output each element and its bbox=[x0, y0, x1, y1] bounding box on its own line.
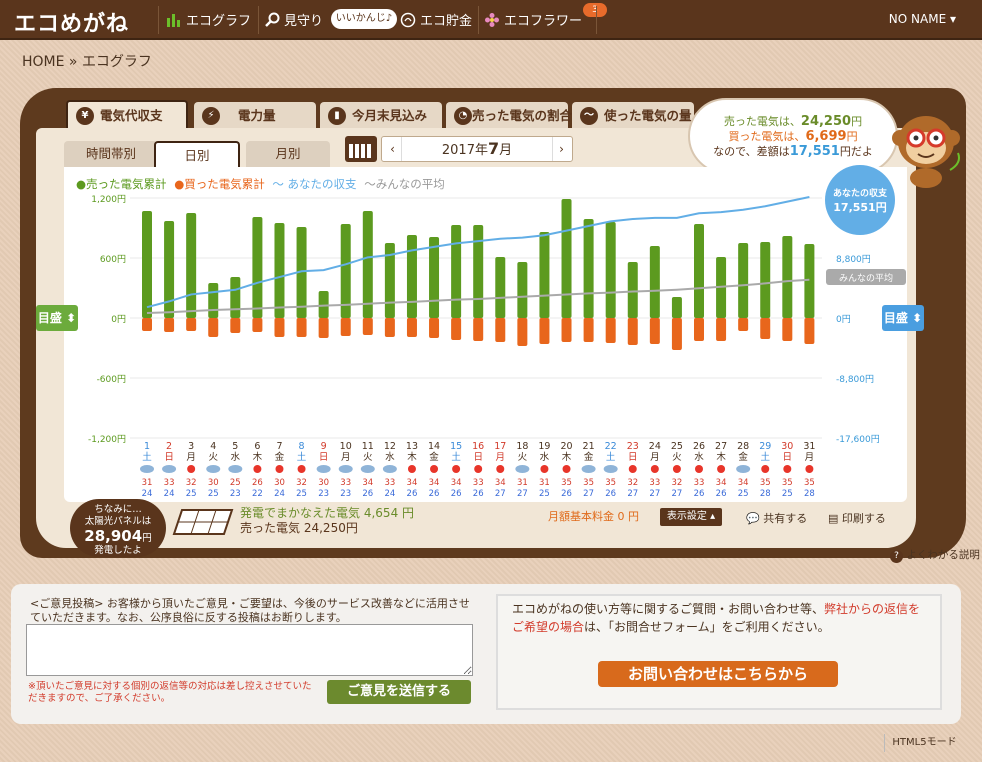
magnifier-icon bbox=[264, 12, 280, 28]
bought-total: 6,699 bbox=[805, 129, 847, 144]
solar-amount: 28,904 bbox=[84, 527, 143, 545]
submit-feedback-button[interactable]: ご意見を送信する bbox=[327, 680, 471, 704]
unit: 円 bbox=[846, 130, 858, 143]
tab-used-amount[interactable]: 〜 使った電気の量 bbox=[572, 102, 694, 130]
nav-separator bbox=[596, 6, 597, 34]
nav-label: エコフラワー bbox=[504, 14, 583, 29]
share-label: 共有する bbox=[763, 512, 808, 525]
legend-your-balance: 〜 あなたの収支 bbox=[272, 177, 357, 191]
summary-bubble: 売った電気は、24,250円 買った電気は、6,699円 なので、差額は17,5… bbox=[688, 98, 898, 174]
nav-separator bbox=[258, 6, 259, 34]
speech-bubble-icon: 💬 bbox=[746, 512, 760, 525]
tab-month-end-forecast[interactable]: ▮ 今月末見込み bbox=[320, 102, 442, 130]
mimamori-status-badge: いいかんじ♪ bbox=[331, 9, 397, 29]
tab-label: 電気代収支 bbox=[100, 108, 163, 123]
wave-icon: 〜 bbox=[580, 107, 598, 125]
nav-label: エコグラフ bbox=[186, 14, 252, 29]
pie-icon: ◔ bbox=[454, 107, 472, 125]
tab-electricity-balance[interactable]: ¥ 電気代収支 bbox=[66, 100, 188, 130]
app-logo[interactable]: エコめがね bbox=[14, 6, 129, 38]
help-link[interactable]: ? よくわかる説明 bbox=[890, 547, 980, 563]
month-selector: ‹ 2017年7月 › bbox=[381, 136, 573, 162]
sold-prefix: 売った電気は、 bbox=[723, 115, 801, 128]
question-icon: ? bbox=[890, 550, 903, 563]
display-setting-button[interactable]: 表示設定 ▴ bbox=[660, 508, 722, 526]
chart-legend: ●売った電気累計 ●買った電気累計 〜 あなたの収支 〜みんなの平均 bbox=[76, 176, 449, 192]
subtab-hourly[interactable]: 時間帯別 bbox=[64, 141, 158, 167]
nav-item-mimamori[interactable]: 見守り bbox=[264, 10, 323, 29]
year-label: 2017年 bbox=[441, 143, 488, 158]
tab-label: 使った電気の量 bbox=[604, 108, 692, 123]
feedback-note: ※頂いたご意見に対する個別の返信等の対応は差し控えさせていただきますので、ご了承… bbox=[28, 681, 312, 704]
month-number: 7 bbox=[487, 139, 500, 158]
nav-separator bbox=[478, 6, 479, 34]
tab-power-amount[interactable]: ⚡ 電力量 bbox=[194, 102, 316, 130]
basic-fee: 月額基本料金 0 円 bbox=[548, 510, 639, 523]
unit: 円 bbox=[142, 533, 152, 544]
right-scale-button[interactable]: 目盛 ⬍ bbox=[882, 305, 924, 331]
gen-value: 4,654 円 bbox=[363, 506, 415, 520]
nav-label: エコ貯金 bbox=[420, 14, 473, 29]
nav-label: 見守り bbox=[284, 14, 324, 29]
nav-item-eco-flower[interactable]: エコフラワー bbox=[484, 10, 582, 29]
contact-text-1: エコめがねの使い方等に関するご質問・お問い合わせ等、 bbox=[512, 602, 825, 616]
tab-label: 売った電気の割合 bbox=[472, 108, 573, 123]
sold-value: 24,250円 bbox=[303, 521, 358, 535]
scale-label: 目盛 bbox=[883, 311, 908, 325]
calendar-icon[interactable] bbox=[345, 136, 377, 162]
forecast-icon: ▮ bbox=[328, 107, 346, 125]
diff-prefix: なので、差額は bbox=[713, 145, 790, 158]
html5-mode-link[interactable]: HTML5モード bbox=[884, 734, 964, 752]
print-label: 印刷する bbox=[841, 512, 886, 525]
solar-stats: 発電でまかなえた電気 4,654 円 売った電気 24,250円 bbox=[240, 506, 414, 536]
tab-label: 電力量 bbox=[238, 108, 276, 123]
coin-icon bbox=[400, 12, 416, 28]
user-menu[interactable]: NO NAME ▾ bbox=[889, 12, 956, 26]
feedback-description: <ご意見投稿> お客様から頂いたご意見・ご要望は、今後のサービス改善などに活用さ… bbox=[30, 597, 470, 624]
sold-total: 24,250 bbox=[800, 114, 852, 129]
tab-label: 今月末見込み bbox=[352, 108, 428, 123]
gen-label: 発電でまかなえた電気 bbox=[240, 506, 361, 520]
legend-bought: ●買った電気累計 bbox=[174, 177, 265, 191]
left-scale-button[interactable]: 目盛 ⬍ bbox=[36, 305, 78, 331]
flower-icon bbox=[484, 12, 500, 28]
top-nav: エコめがね エコグラフ 見守り いいかんじ♪ エコ貯金 エコフラワー 3 NO … bbox=[0, 0, 982, 40]
unit: 円だよ bbox=[839, 145, 873, 158]
feedback-textarea[interactable] bbox=[26, 624, 473, 676]
yen-icon: ¥ bbox=[76, 107, 94, 125]
bar-chart-icon bbox=[166, 12, 182, 28]
nav-item-ecograph[interactable]: エコグラフ bbox=[166, 10, 251, 29]
legend-sold: ●売った電気累計 bbox=[76, 177, 167, 191]
contact-form-button[interactable]: お問い合わせはこちらから bbox=[598, 661, 838, 687]
bought-prefix: 買った電気は、 bbox=[728, 130, 806, 143]
nav-item-eco-savings[interactable]: エコ貯金 bbox=[400, 10, 472, 29]
nav-separator bbox=[158, 6, 159, 34]
solar-panel-icon bbox=[172, 509, 234, 535]
bolt-icon: ⚡ bbox=[202, 107, 220, 125]
help-label: よくわかる説明 bbox=[906, 549, 980, 561]
unit: 円 bbox=[851, 115, 863, 128]
legend-average: 〜みんなの平均 bbox=[364, 177, 445, 191]
print-icon: ▤ bbox=[828, 512, 839, 525]
sold-label: 売った電気 bbox=[240, 521, 301, 535]
chart-area bbox=[64, 167, 907, 502]
prev-month-button[interactable]: ‹ bbox=[384, 137, 402, 161]
diff-total: 17,551 bbox=[789, 144, 840, 159]
flower-count-badge: 3 bbox=[583, 3, 607, 17]
next-month-button[interactable]: › bbox=[552, 137, 570, 161]
breadcrumb[interactable]: HOME » エコグラフ bbox=[22, 51, 152, 71]
solar-badge: ちなみに… 太陽光パネルは 28,904円 発電したよ bbox=[70, 499, 166, 557]
share-button[interactable]: 💬 共有する bbox=[746, 510, 807, 526]
tab-sold-ratio[interactable]: ◔ 売った電気の割合 bbox=[446, 102, 572, 130]
print-button[interactable]: ▤ 印刷する bbox=[828, 510, 886, 526]
solar-line4: 発電したよ bbox=[94, 545, 142, 556]
month-suffix: 月 bbox=[499, 143, 513, 158]
contact-text: エコめがねの使い方等に関するご質問・お問い合わせ等、弊社からの返信をご希望の場合… bbox=[512, 600, 932, 636]
subtab-daily[interactable]: 日別 bbox=[154, 141, 240, 167]
scale-label: 目盛 bbox=[37, 311, 62, 325]
solar-line1: ちなみに… bbox=[94, 504, 142, 515]
contact-text-2: は、「お問合せフォーム」をご利用ください。 bbox=[584, 620, 830, 634]
subtab-monthly[interactable]: 月別 bbox=[246, 141, 330, 167]
